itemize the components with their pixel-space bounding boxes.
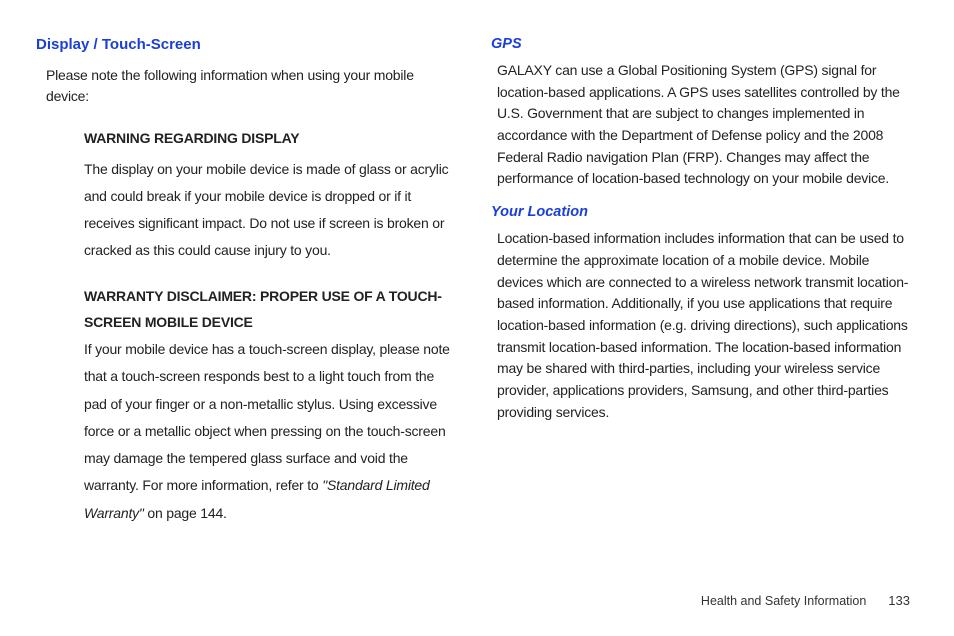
footer-section-label: Health and Safety Information bbox=[701, 594, 866, 608]
display-indented-block: WARNING REGARDING DISPLAY The display on… bbox=[36, 125, 459, 527]
warning-display-heading: WARNING REGARDING DISPLAY bbox=[84, 125, 455, 152]
warranty-body-post: on page 144. bbox=[144, 505, 227, 521]
your-location-heading: Your Location bbox=[491, 204, 914, 220]
warranty-body-pre: If your mobile device has a touch-screen… bbox=[84, 341, 450, 493]
your-location-body: Location-based information includes info… bbox=[491, 228, 914, 423]
warranty-disclaimer-heading: WARRANTY DISCLAIMER: PROPER USE OF A TOU… bbox=[84, 283, 455, 336]
left-column: Display / Touch-Screen Please note the f… bbox=[36, 36, 459, 545]
warning-display-body: The display on your mobile device is mad… bbox=[84, 156, 455, 265]
right-column: GPS GALAXY can use a Global Positioning … bbox=[491, 36, 914, 545]
warranty-disclaimer-body: If your mobile device has a touch-screen… bbox=[84, 336, 455, 527]
page-footer: Health and Safety Information 133 bbox=[701, 593, 910, 608]
page-columns: Display / Touch-Screen Please note the f… bbox=[36, 36, 914, 545]
page-number: 133 bbox=[888, 593, 910, 608]
gps-heading: GPS bbox=[491, 36, 914, 52]
display-touchscreen-heading: Display / Touch-Screen bbox=[36, 36, 459, 53]
gps-body: GALAXY can use a Global Positioning Syst… bbox=[491, 60, 914, 190]
display-intro: Please note the following information wh… bbox=[36, 65, 459, 107]
